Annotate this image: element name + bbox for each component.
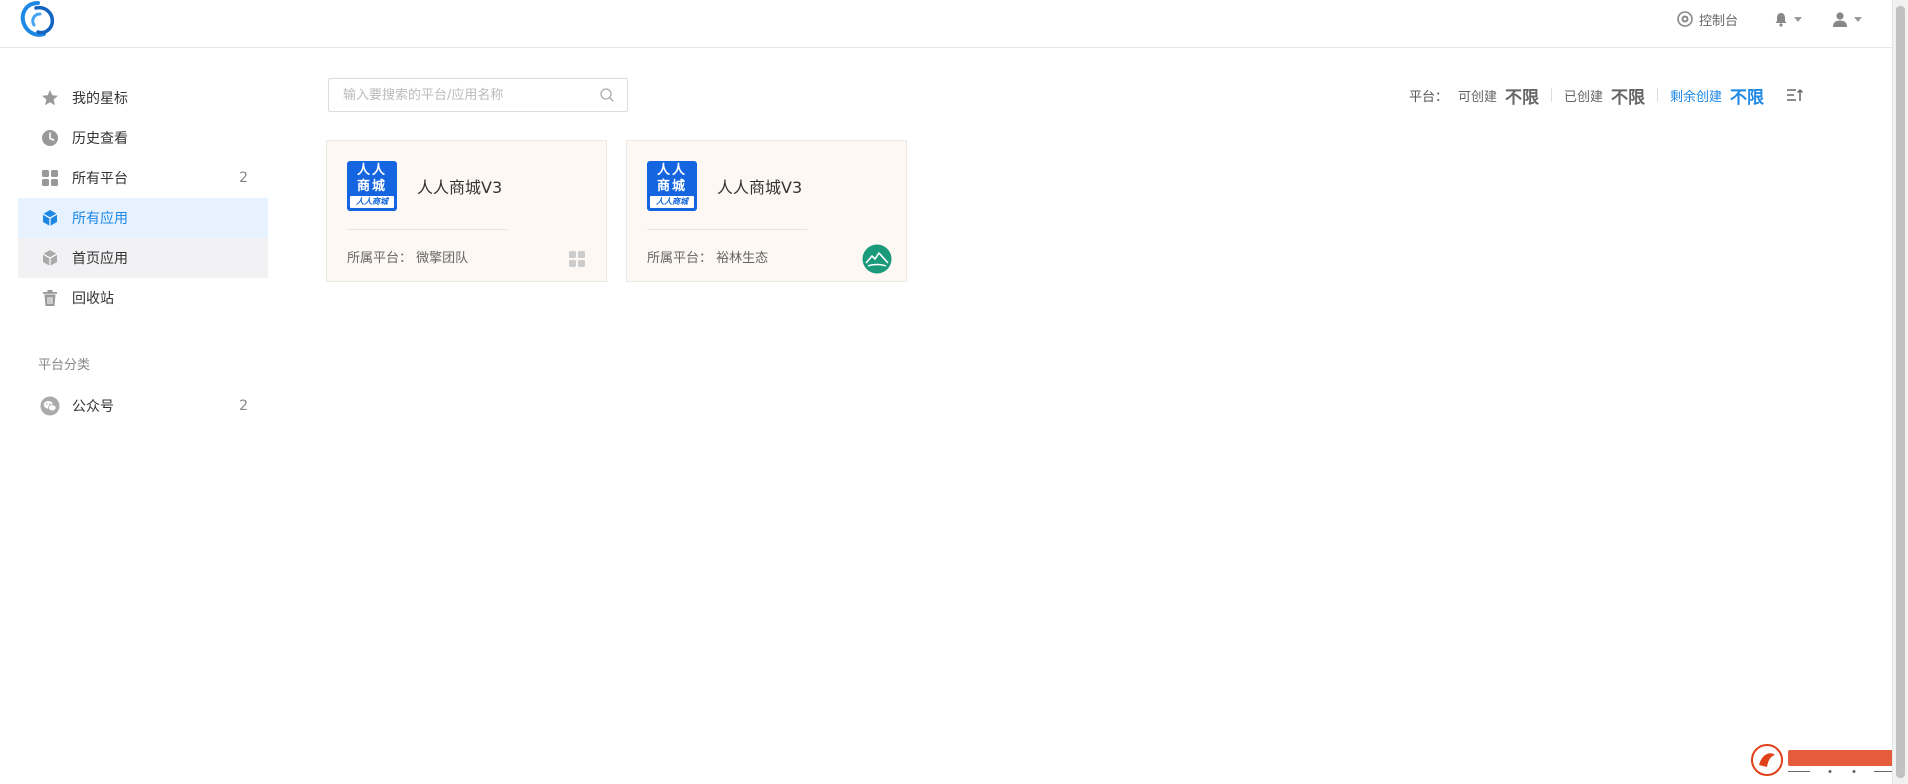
user-menu-button[interactable] bbox=[1832, 11, 1862, 27]
console-label: 控制台 bbox=[1698, 13, 1738, 29]
app-logo-text: 人人 bbox=[356, 163, 387, 178]
wechat-icon bbox=[40, 396, 60, 416]
app-card[interactable]: 人人 商城 人人商城 人人商城V3 所属平台： 裕林生态 bbox=[626, 140, 907, 282]
quota-stats: 平台： 可创建 不限 已创建 不限 剩余创建 不限 bbox=[1408, 84, 1804, 108]
sidebar-item-count: 2 bbox=[239, 398, 248, 414]
sidebar-section-title: 平台分类 bbox=[38, 358, 91, 373]
platform-label: 平台： bbox=[1408, 89, 1448, 105]
watermark-logo bbox=[1750, 740, 1900, 780]
sidebar-item-history[interactable]: 历史查看 bbox=[18, 118, 268, 158]
app-logo: 人人 商城 人人商城 bbox=[647, 161, 697, 211]
app-logo-text: 人人 bbox=[656, 163, 687, 178]
cube-icon bbox=[40, 248, 60, 268]
can-create-label: 可创建 bbox=[1457, 89, 1497, 105]
search-input[interactable] bbox=[329, 80, 591, 110]
app-card[interactable]: 人人 商城 人人商城 人人商城V3 所属平台： 微擎团队 bbox=[326, 140, 607, 282]
console-icon bbox=[1677, 11, 1693, 27]
card-divider bbox=[647, 229, 807, 230]
platform-label: 所属平台： bbox=[347, 251, 413, 266]
sidebar-item-label: 公众号 bbox=[72, 399, 114, 415]
created-value: 不限 bbox=[1610, 87, 1645, 108]
clock-icon bbox=[40, 128, 60, 148]
sidebar-item-label: 回收站 bbox=[72, 291, 114, 307]
card-divider bbox=[347, 229, 507, 230]
platform-name: 裕林生态 bbox=[716, 251, 769, 266]
grid-icon bbox=[40, 168, 60, 188]
bell-icon bbox=[1775, 12, 1787, 27]
chevron-down-icon bbox=[1794, 16, 1802, 22]
sidebar-item-label: 首页应用 bbox=[72, 251, 128, 267]
divider bbox=[1656, 88, 1658, 102]
app-platform: 所属平台： 微擎团队 bbox=[347, 247, 468, 266]
sort-icon[interactable] bbox=[1786, 87, 1804, 103]
notification-button[interactable] bbox=[1774, 12, 1802, 27]
remaining-value: 不限 bbox=[1730, 87, 1764, 108]
search-icon[interactable] bbox=[599, 87, 615, 103]
app-logo-text: 商城 bbox=[656, 179, 687, 194]
user-icon bbox=[1833, 12, 1847, 27]
app-logo: 人人 商城 人人商城 bbox=[347, 161, 397, 211]
divider bbox=[1550, 88, 1552, 102]
sidebar-item-label: 所有平台 bbox=[72, 171, 128, 187]
app-name: 人人商城V3 bbox=[417, 178, 503, 197]
console-link[interactable]: 控制台 bbox=[1677, 10, 1738, 29]
app-logo-band: 人人商城 bbox=[650, 196, 694, 208]
can-create-value: 不限 bbox=[1504, 87, 1539, 108]
sidebar-item-label: 所有应用 bbox=[72, 211, 128, 227]
star-icon bbox=[40, 88, 60, 108]
app-name: 人人商城V3 bbox=[717, 178, 803, 197]
trash-icon bbox=[40, 288, 60, 308]
platform-grid-icon bbox=[562, 244, 592, 274]
top-bar: 控制台 bbox=[0, 0, 1892, 48]
platform-name: 微擎团队 bbox=[416, 251, 469, 266]
scrollbar-thumb[interactable] bbox=[1896, 6, 1905, 778]
sidebar-item-all-apps[interactable]: 所有应用 bbox=[18, 198, 268, 238]
app-logo-text: 商城 bbox=[356, 179, 387, 194]
platform-mountain-icon bbox=[862, 244, 892, 274]
page-scrollbar[interactable] bbox=[1892, 0, 1908, 784]
sidebar-item-label: 我的星标 bbox=[72, 91, 128, 107]
sidebar-item-label: 历史查看 bbox=[72, 131, 128, 147]
sidebar-item-starred[interactable]: 我的星标 bbox=[18, 78, 268, 118]
cube-icon bbox=[40, 208, 60, 228]
sidebar-item-all-platforms[interactable]: 所有平台 2 bbox=[18, 158, 268, 198]
logo[interactable] bbox=[16, 0, 60, 40]
sidebar: 我的星标 历史查看 所有平台 2 所有应用 首页应用 回收站 平台分类 公众号 … bbox=[18, 78, 268, 426]
platform-label: 所属平台： bbox=[647, 251, 713, 266]
app-platform: 所属平台： 裕林生态 bbox=[647, 247, 768, 266]
sidebar-item-recycle-bin[interactable]: 回收站 bbox=[18, 278, 268, 318]
created-label: 已创建 bbox=[1563, 89, 1603, 105]
sidebar-item-count: 2 bbox=[239, 170, 248, 186]
chevron-down-icon bbox=[1854, 16, 1862, 22]
app-logo-band: 人人商城 bbox=[350, 196, 394, 208]
app-card-list: 人人 商城 人人商城 人人商城V3 所属平台： 微擎团队 人人 商城 人人商城 … bbox=[326, 140, 926, 282]
remaining-label: 剩余创建 bbox=[1669, 89, 1722, 105]
sidebar-item-home-apps[interactable]: 首页应用 bbox=[18, 238, 268, 278]
search-box bbox=[328, 78, 628, 112]
sidebar-category-wechat[interactable]: 公众号 2 bbox=[18, 386, 268, 426]
